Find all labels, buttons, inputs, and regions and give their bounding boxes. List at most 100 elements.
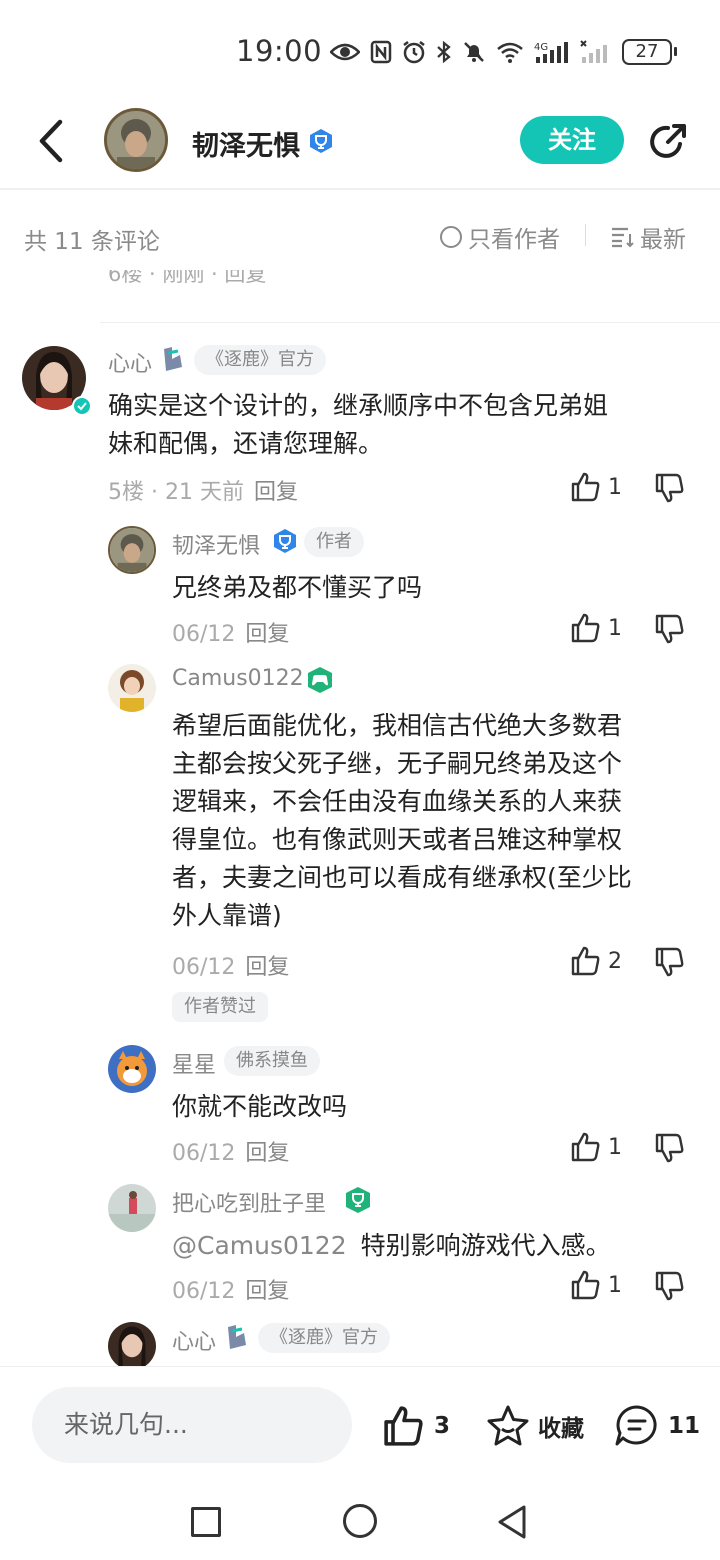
author-only-toggle[interactable]: 只看作者 [440,220,560,254]
reply-name[interactable]: Camus0122 [172,666,304,691]
dislike-button[interactable] [654,946,686,978]
reply-button[interactable]: 回复 [245,622,289,647]
dislike-button[interactable] [654,1132,686,1164]
like-count: 2 [608,948,622,974]
author-avatar[interactable] [104,108,168,172]
official-tag: 《逐鹿》官方 [194,345,326,375]
star-icon [487,1405,529,1446]
comment-line: 妹和配偶，还请您理解。 [108,429,384,458]
like-count: 1 [608,1272,622,1298]
cut-off-reply: 心心 《逐鹿》官方 [0,1318,720,1366]
comment-line: 你就不能改改吗 [172,1092,348,1121]
post-like-count: 3 [434,1413,451,1439]
reply-avatar[interactable] [108,664,156,712]
comment-line: 者，夫妻之间也可以看成有继承权(至少比 [172,863,632,892]
verified-check-icon [72,396,92,416]
share-button[interactable] [646,120,690,164]
comment-input[interactable]: 来说几句... [32,1387,352,1463]
reply-button[interactable]: 回复 [254,480,298,505]
like-button[interactable]: 1 [570,1269,622,1301]
reply-avatar[interactable] [108,526,156,574]
reply-meta: 06/12 回复 [172,949,289,981]
comment-count-label: 共 11 条评论 [24,229,160,255]
author-tag: 作者 [304,527,364,557]
reply-avatar[interactable] [108,1184,156,1232]
nav-back-button[interactable] [496,1504,528,1544]
thumbs-up-icon [571,1132,600,1162]
like-button[interactable]: 2 [570,945,622,977]
reply-button[interactable]: 回复 [245,1279,289,1304]
reply-text: 你就不能改改吗 [172,1088,347,1126]
status-time: 19:00 [236,34,323,68]
recent-apps-button[interactable] [191,1507,221,1537]
svg-text:4G: 4G [534,42,548,53]
comment-line: 得皇位。也有像武则天或者吕雉这种掌权 [172,825,623,854]
reply-date: 06/12 [172,955,236,980]
reply-meta: 06/12 回复 [172,1135,289,1167]
comments-button[interactable]: 11 [614,1404,700,1448]
dislike-button[interactable] [654,472,686,504]
comment-line: 希望后面能优化，我相信古代绝大多数君 [172,711,623,740]
header-divider [0,188,720,190]
home-button[interactable] [343,1504,377,1538]
mute-icon [464,42,484,62]
verified-badge-icon [274,529,296,553]
favorite-button[interactable]: 收藏 [486,1404,584,1448]
official-badge-icon [228,1325,246,1349]
alarm-icon [403,41,425,64]
like-button[interactable]: 1 [570,1131,622,1163]
dislike-button[interactable] [654,1270,686,1302]
triangle-back-icon [498,1505,526,1539]
follow-button[interactable]: 关注 [520,116,624,164]
post-like-button[interactable]: 3 [382,1404,450,1448]
reply-date: 06/12 [172,1141,236,1166]
eye-icon [330,43,360,61]
dislike-button[interactable] [654,613,686,645]
thumbs-down-icon [655,1133,684,1163]
like-button[interactable]: 1 [570,471,622,503]
reply-avatar[interactable] [108,1322,156,1366]
reply-name[interactable]: 星星 [172,1047,216,1079]
comment-line: 特别影响游戏代入感。 [360,1231,611,1260]
reply-name[interactable]: 把心吃到肚子里 [172,1186,326,1218]
author-only-label: 只看作者 [468,227,560,253]
author-name[interactable]: 韧泽无惧 [192,124,300,163]
filter-separator [585,224,586,246]
signal-4g-icon: 4G [534,42,568,63]
comment-bubble-icon [615,1405,657,1446]
like-count: 1 [608,1134,622,1160]
reply-button[interactable]: 回复 [245,1141,289,1166]
back-button[interactable] [32,118,72,164]
comment-line: 兄终弟及都不懂买了吗 [172,573,423,602]
thumbs-up-icon [571,472,600,502]
reply-button[interactable]: 回复 [245,955,289,980]
sort-button[interactable]: 最新 [610,220,686,254]
signal-weak-icon [580,40,607,63]
like-button[interactable]: 1 [570,612,622,644]
official-tag: 《逐鹿》官方 [258,1323,390,1353]
like-count: 1 [608,474,622,500]
bottom-divider [0,1366,720,1367]
thumbs-up-icon [571,613,600,643]
thumbs-up-icon [384,1406,423,1446]
favorite-label: 收藏 [538,1416,584,1442]
thumbs-down-icon [655,473,684,503]
cut-off-meta: 6楼 · 刚刚 · 回复 [108,270,267,286]
sort-label: 最新 [640,227,686,253]
reply-name[interactable]: 心心 [172,1324,216,1356]
gamer-badge-icon [308,667,332,693]
official-badge-icon [164,347,182,371]
comment-count: 11 [668,1413,701,1439]
reply-date: 06/12 [172,1279,236,1304]
reply-avatar[interactable] [108,1045,156,1093]
thumbs-down-icon [655,947,684,977]
share-icon [650,124,686,158]
radio-icon [440,226,462,248]
commenter-name[interactable]: 心心 [108,346,152,378]
mention-link[interactable]: @Camus0122 [172,1231,347,1260]
cut-off-row: 6楼 · 刚刚 · 回复 [108,270,708,294]
reply-name[interactable]: 韧泽无惧 [172,528,260,560]
verified-badge-icon [310,129,332,153]
status-icons: 4G 27 [330,34,677,70]
comment-line: 外人靠谱) [172,901,282,930]
